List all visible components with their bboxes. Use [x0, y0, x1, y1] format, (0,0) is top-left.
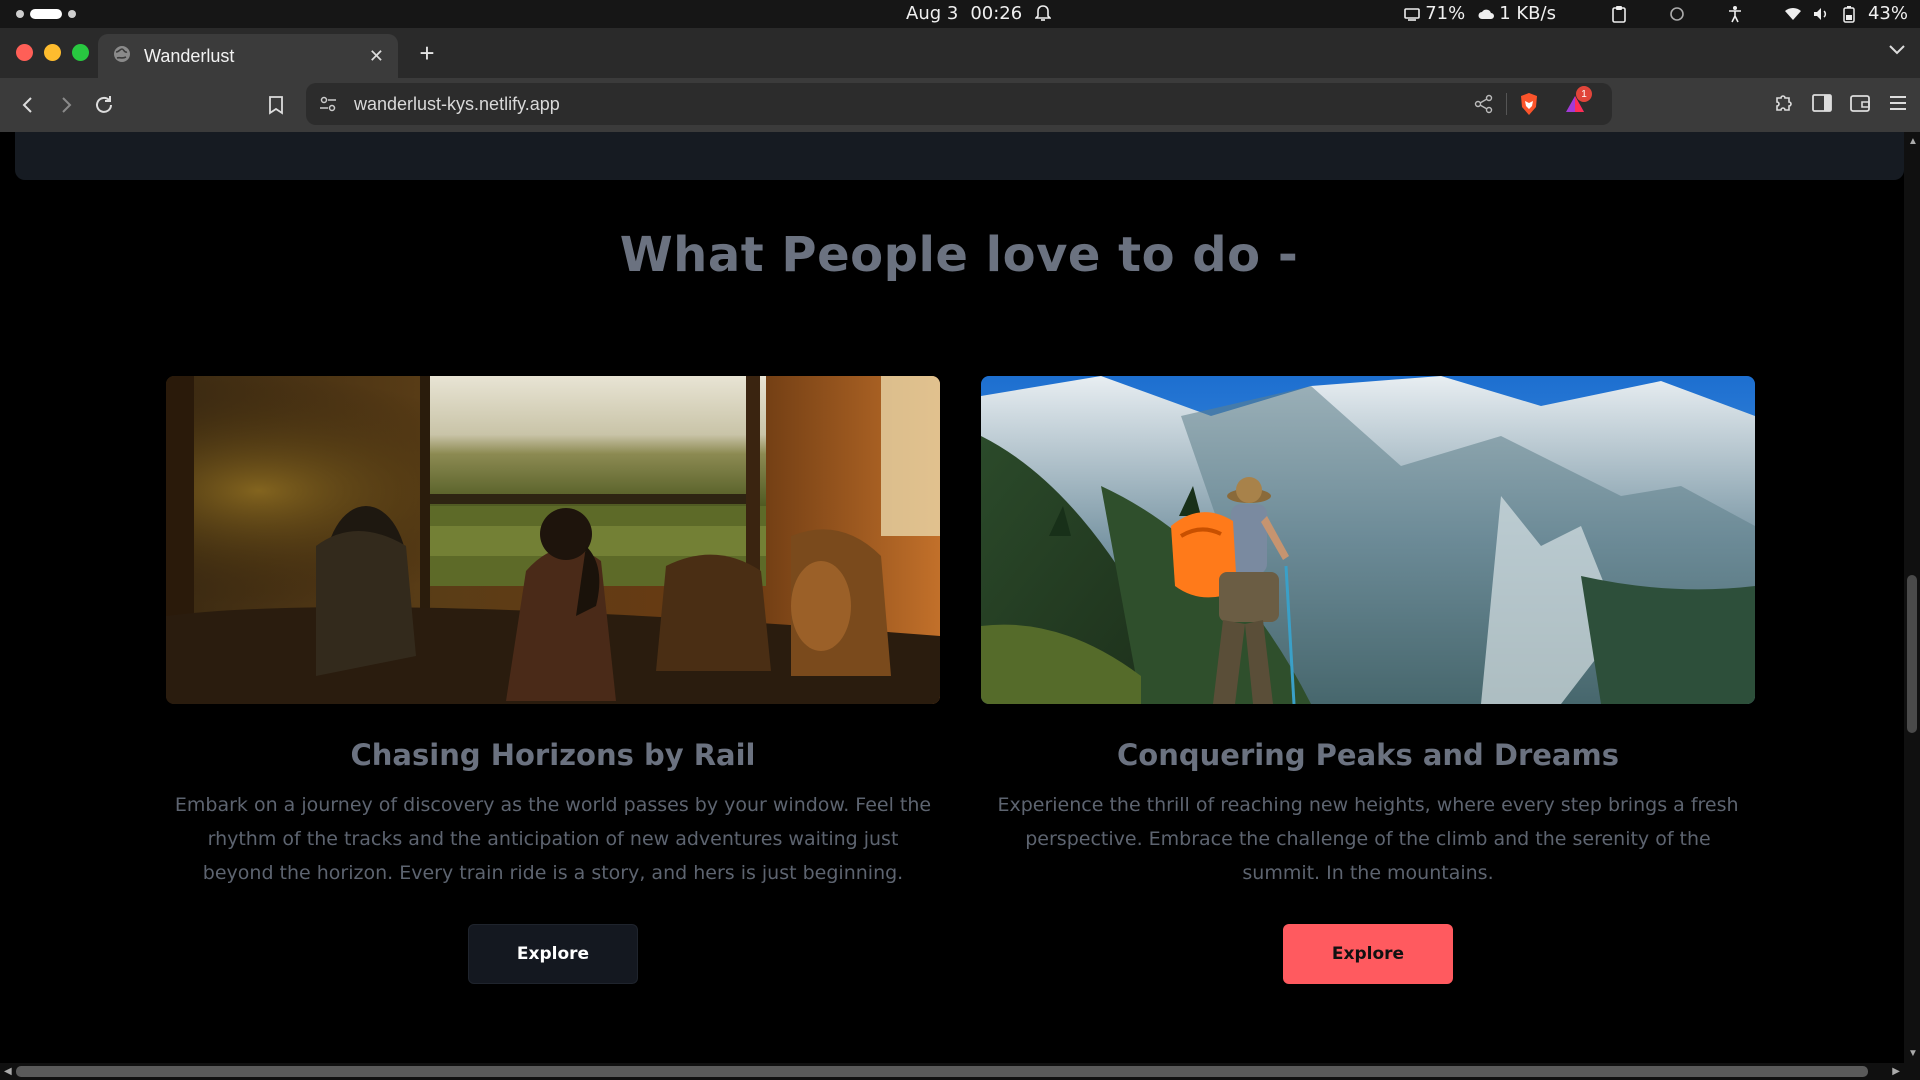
horizontal-scrollbar[interactable]: ◀ ▶: [0, 1063, 1904, 1080]
scroll-left-arrow-icon[interactable]: ◀: [4, 1066, 12, 1077]
time-label: 00:26: [970, 3, 1023, 24]
circle-icon[interactable]: [1668, 5, 1686, 23]
card-title: Conquering Peaks and Dreams: [1117, 738, 1619, 772]
wallet-icon[interactable]: [1848, 91, 1872, 120]
system-status[interactable]: 43%: [1784, 3, 1908, 24]
address-bar[interactable]: wanderlust-kys.netlify.app 1: [306, 83, 1612, 125]
back-button[interactable]: [14, 91, 42, 119]
scroll-down-arrow-icon[interactable]: ▼: [1908, 1048, 1918, 1059]
vertical-scrollbar[interactable]: ▲ ▼: [1904, 132, 1920, 1063]
battery-icon: [1840, 5, 1858, 23]
cpu-indicator[interactable]: 71% 1 KB/s: [1403, 3, 1556, 24]
divider: [1506, 93, 1507, 115]
cpu-value: 71%: [1425, 3, 1466, 24]
menu-icon[interactable]: [1886, 91, 1910, 120]
workspace-dot[interactable]: [68, 10, 76, 18]
card-title: Chasing Horizons by Rail: [350, 738, 756, 772]
scroll-right-arrow-icon[interactable]: ▶: [1892, 1066, 1900, 1077]
scrollbar-corner: [1904, 1063, 1920, 1080]
explore-rail-button[interactable]: Explore: [468, 924, 638, 984]
chevron-down-icon[interactable]: [1888, 42, 1906, 60]
vertical-scroll-thumb[interactable]: [1907, 575, 1917, 733]
mountain-hiker-image: [981, 376, 1755, 704]
train-window-image: [166, 376, 940, 704]
share-icon[interactable]: [1474, 94, 1494, 119]
card-description: Embark on a journey of discovery as the …: [174, 794, 932, 884]
activity-card-rail: Chasing Horizons by Rail Embark on a jou…: [166, 376, 940, 984]
tab-strip: Wanderlust ✕ +: [0, 28, 1920, 78]
close-window-button[interactable]: [16, 44, 33, 61]
forward-button[interactable]: [52, 91, 80, 119]
close-tab-icon[interactable]: ✕: [369, 46, 384, 67]
explore-peaks-button[interactable]: Explore: [1283, 924, 1453, 984]
window-controls: [16, 44, 89, 61]
activity-card-peaks: Conquering Peaks and Dreams Experience t…: [981, 376, 1755, 984]
brave-shield-icon[interactable]: [1518, 92, 1540, 121]
clipboard-icon[interactable]: [1610, 5, 1628, 23]
page-viewport[interactable]: What People love to do - Chasing Horizon…: [0, 132, 1904, 1063]
bell-icon: [1034, 4, 1052, 23]
site-settings-icon[interactable]: [318, 94, 338, 119]
rewards-badge: 1: [1576, 86, 1592, 102]
new-tab-button[interactable]: +: [412, 38, 442, 68]
reload-button[interactable]: [90, 91, 118, 119]
battery-value: 43%: [1867, 3, 1908, 24]
cloud-icon: [1477, 5, 1495, 23]
brave-rewards-icon[interactable]: 1: [1564, 86, 1592, 121]
horizontal-scroll-thumb[interactable]: [16, 1066, 1868, 1077]
browser-toolbar: wanderlust-kys.netlify.app 1: [0, 78, 1920, 132]
globe-icon: [112, 44, 132, 69]
cpu-icon: [1403, 5, 1421, 23]
maximize-window-button[interactable]: [72, 44, 89, 61]
workspace-active[interactable]: [30, 9, 62, 19]
accessibility-icon[interactable]: [1726, 5, 1744, 23]
minimize-window-button[interactable]: [44, 44, 61, 61]
clock[interactable]: Aug 3 00:26: [906, 3, 1052, 24]
workspace-dot[interactable]: [16, 10, 24, 18]
tab-title: Wanderlust: [144, 45, 235, 66]
volume-icon: [1812, 5, 1830, 23]
workspace-indicator[interactable]: [16, 9, 76, 19]
tab-wanderlust[interactable]: Wanderlust ✕: [98, 34, 398, 78]
wifi-icon: [1784, 5, 1802, 23]
scroll-up-arrow-icon[interactable]: ▲: [1908, 136, 1918, 147]
date-label: Aug 3: [906, 3, 959, 24]
section-heading: What People love to do -: [619, 227, 1299, 283]
navbar-bottom-edge: [15, 132, 1904, 180]
net-value: 1 KB/s: [1499, 3, 1556, 24]
card-description: Experience the thrill of reaching new he…: [997, 794, 1739, 884]
bookmark-icon[interactable]: [262, 91, 290, 119]
sidebar-toggle-icon[interactable]: [1810, 91, 1834, 120]
url-text: wanderlust-kys.netlify.app: [354, 93, 560, 114]
os-top-bar: Aug 3 00:26 71% 1 KB/s 43%: [0, 0, 1920, 28]
extensions-icon[interactable]: [1772, 91, 1796, 120]
